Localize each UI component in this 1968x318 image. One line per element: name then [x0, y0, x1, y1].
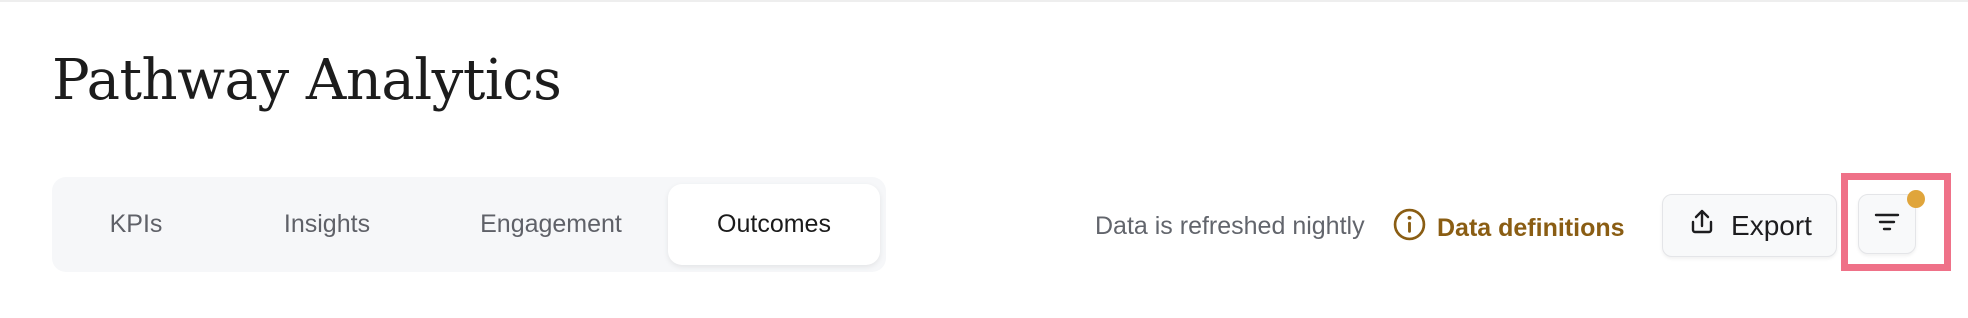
- data-definitions-label: Data definitions: [1437, 213, 1625, 242]
- info-icon: [1393, 208, 1426, 248]
- refresh-note: Data is refreshed nightly: [1095, 212, 1365, 240]
- data-definitions-link[interactable]: Data definitions: [1393, 208, 1625, 248]
- upload-icon: [1687, 207, 1717, 244]
- page-title: Pathway Analytics: [52, 48, 562, 113]
- filter-lines-icon: [1874, 211, 1900, 238]
- tab-insights[interactable]: Insights: [242, 184, 412, 265]
- tab-outcomes[interactable]: Outcomes: [668, 184, 880, 265]
- tab-engagement[interactable]: Engagement: [440, 184, 662, 265]
- tab-bar: KPIs Insights Engagement Outcomes: [52, 177, 886, 272]
- tab-kpis[interactable]: KPIs: [52, 184, 220, 265]
- filter-active-indicator: [1907, 190, 1925, 208]
- export-label: Export: [1731, 209, 1812, 241]
- top-divider: [0, 0, 1968, 2]
- export-button[interactable]: Export: [1662, 194, 1837, 257]
